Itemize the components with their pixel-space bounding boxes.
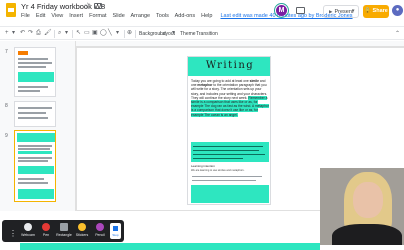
menu-item-help[interactable]: Help <box>201 13 212 19</box>
slide-number: 9 <box>5 133 8 139</box>
redo-icon[interactable]: ↷ <box>28 30 33 37</box>
paint-format-icon[interactable]: 🖌 <box>44 30 52 37</box>
webcam-icon <box>24 223 32 231</box>
comment-icon[interactable] <box>296 7 305 14</box>
new-slide-dropdown-icon[interactable]: ▾ <box>12 30 15 37</box>
account-avatar[interactable]: ● <box>392 5 403 16</box>
transition-button[interactable]: Transition <box>196 31 218 37</box>
stop-recording-button[interactable]: Stop <box>110 223 121 239</box>
share-label: Share <box>372 8 388 14</box>
document-title[interactable]: Yr 4 Friday workbook W8 <box>21 2 105 11</box>
writing-title: Writing <box>205 60 255 71</box>
webcam-label: Webcam <box>21 233 35 237</box>
rectangle-button[interactable]: Rectangle <box>56 223 72 241</box>
pencil-icon <box>96 223 104 231</box>
menu-item-file[interactable]: File <box>21 13 30 19</box>
theme-button[interactable]: Theme <box>180 31 196 37</box>
menu-item-slide[interactable]: Slide <box>113 13 125 19</box>
zoom-icon[interactable]: ⌕ <box>58 30 61 37</box>
presenter-body <box>332 224 402 245</box>
lock-icon: 🔒 <box>364 8 372 14</box>
more-vert-icon: ⋮ <box>9 229 17 238</box>
slide-filmstrip: 7 8 9 <box>0 41 70 211</box>
collapse-toolbar-icon[interactable]: ⌃ <box>395 30 400 37</box>
learning-intention-heading: Learning intention <box>191 164 215 168</box>
presenter-face <box>353 182 383 218</box>
more-options-button[interactable]: ⋮ <box>5 223 21 241</box>
success-criteria-line <box>192 180 256 181</box>
title-bar: Yr 4 Friday workbook W8 ☆ File Edit View… <box>0 0 404 22</box>
text-box-icon[interactable]: ▭ <box>84 30 90 37</box>
move-to-folder-icon[interactable] <box>94 3 102 9</box>
image-icon[interactable]: ▣ <box>92 30 98 37</box>
menu-bar: File Edit View Insert Format Slide Arran… <box>21 13 357 19</box>
stickers-button[interactable]: Stickers <box>74 223 90 241</box>
screencast-toolbar: ⋮ Webcam Pen Rectangle Stickers Pencil S… <box>2 220 124 242</box>
slide-thumbnail-selected[interactable] <box>14 130 56 202</box>
menu-item-edit[interactable]: Edit <box>36 13 45 19</box>
slide-thumbnail[interactable] <box>14 101 56 127</box>
slides-app: Yr 4 Friday workbook W8 ☆ File Edit View… <box>0 0 404 250</box>
slides-logo-icon[interactable] <box>6 3 16 17</box>
success-criteria-line <box>192 176 262 177</box>
menu-item-tools[interactable]: Tools <box>156 13 169 19</box>
toolbar-divider <box>72 30 73 38</box>
menu-item-arrange[interactable]: Arrange <box>131 13 151 19</box>
collaborator-avatar[interactable]: M <box>276 5 287 16</box>
line-dropdown-icon[interactable]: ▾ <box>116 30 119 37</box>
pen-button[interactable]: Pen <box>38 223 54 241</box>
toolbar-divider <box>54 30 55 38</box>
zoom-dropdown-icon[interactable]: ▾ <box>65 30 68 37</box>
share-button[interactable]: 🔒 Share <box>363 5 389 18</box>
select-cursor-icon[interactable]: ↖ <box>76 30 81 37</box>
print-icon[interactable]: ⎙ <box>36 30 41 37</box>
present-label: Present <box>334 9 354 15</box>
learning-intention-text: We are learning to use similes and metap… <box>191 169 245 172</box>
add-comment-icon[interactable]: ⊕ <box>127 30 132 37</box>
writing-area <box>191 185 269 203</box>
bottom-accent-strip <box>20 243 320 250</box>
intro-text: Today you are going to add at least one … <box>191 79 269 117</box>
undo-icon[interactable]: ↶ <box>20 30 25 37</box>
menu-item-view[interactable]: View <box>51 13 63 19</box>
layout-dropdown-icon[interactable]: ▾ <box>172 30 175 37</box>
rectangle-icon <box>60 223 68 231</box>
stickers-label: Stickers <box>75 233 89 237</box>
webcam-overlay[interactable] <box>320 168 404 245</box>
toolbar-divider <box>135 30 136 38</box>
shape-icon[interactable]: ◯ <box>100 30 107 37</box>
toolbar-divider <box>124 30 125 38</box>
slide-number: 7 <box>5 49 8 55</box>
slide-thumbnail[interactable] <box>14 47 56 97</box>
example-box <box>191 142 269 162</box>
slide-number: 8 <box>5 103 8 109</box>
new-slide-icon[interactable]: + <box>5 30 9 37</box>
pencil-button[interactable]: Pencil <box>92 223 108 241</box>
menu-item-insert[interactable]: Insert <box>69 13 83 19</box>
stop-icon <box>113 226 118 231</box>
present-dropdown-icon[interactable]: ▾ <box>352 5 361 18</box>
play-icon: ▶ <box>329 9 333 14</box>
rectangle-label: Rectangle <box>56 233 72 237</box>
writing-panel[interactable]: Writing Today you are going to add at le… <box>187 56 271 205</box>
line-icon[interactable]: ╲ <box>108 30 112 37</box>
menu-item-addons[interactable]: Add-ons <box>175 13 196 19</box>
formatting-toolbar: + ▾ ↶ ↷ ⎙ 🖌 ⌕ ▾ ↖ ▭ ▣ ◯ ╲ ▾ ⊕ Background… <box>0 26 404 40</box>
pen-label: Pen <box>42 233 50 237</box>
stop-label: Stop <box>112 233 119 237</box>
sticker-icon <box>78 223 86 231</box>
star-icon[interactable]: ☆ <box>84 1 91 10</box>
webcam-button[interactable]: Webcam <box>20 223 36 241</box>
pencil-label: Pencil <box>95 233 105 237</box>
menu-item-format[interactable]: Format <box>89 13 106 19</box>
pen-icon <box>42 223 50 231</box>
